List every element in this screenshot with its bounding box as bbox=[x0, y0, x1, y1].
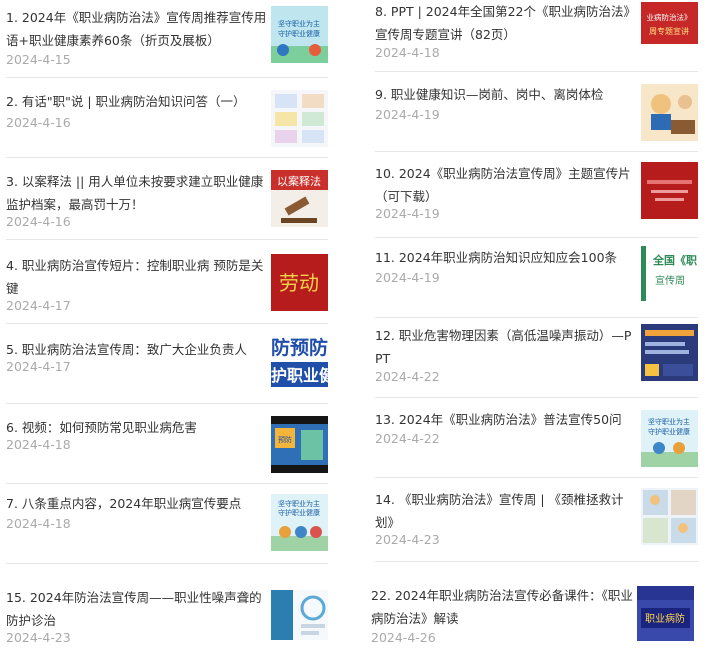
svg-text:全国《职: 全国《职 bbox=[652, 253, 697, 267]
article-date: 2024-4-18 bbox=[375, 45, 440, 60]
article-title[interactable]: 4. 职业病防治宣传短片：控制职业病 预防是关键 bbox=[6, 254, 268, 300]
article-thumbnail[interactable] bbox=[641, 324, 698, 381]
svg-text:坚守职业为主: 坚守职业为主 bbox=[278, 19, 320, 28]
article-title[interactable]: 22. 2024年职业病防治法宣传必备课件：《职业病防治法》解读 bbox=[371, 584, 635, 630]
article-title[interactable]: 7. 八条重点内容，2024年职业病宣传要点 bbox=[6, 492, 268, 515]
article-date: 2024-4-19 bbox=[375, 206, 440, 221]
svg-text:劳动: 劳动 bbox=[279, 271, 319, 295]
article-title[interactable]: 13. 2024年《职业病防治法》普法宣传50问 bbox=[375, 408, 637, 431]
article-thumbnail[interactable]: 职业病防 bbox=[637, 586, 694, 641]
article-date: 2024-4-16 bbox=[6, 115, 71, 130]
article-thumbnail[interactable]: 全国《职 宣传周 bbox=[641, 246, 698, 301]
article-date: 2024-4-22 bbox=[375, 369, 440, 384]
article-title[interactable]: 2. 有话"职"说 | 职业病防治知识问答（一） bbox=[6, 90, 268, 113]
svg-text:守护职业健康: 守护职业健康 bbox=[648, 427, 690, 436]
article-title[interactable]: 8. PPT | 2024年全国第22个《职业病防治法》宣传周专题宣讲（82页） bbox=[375, 0, 637, 46]
svg-text:坚守职业为主: 坚守职业为主 bbox=[278, 499, 320, 508]
list-item[interactable]: 10. 2024《职业病防治法宣传周》主题宣传片（可下载） 2024-4-19 bbox=[375, 152, 698, 238]
svg-text:宣传周: 宣传周 bbox=[655, 274, 685, 287]
list-item[interactable]: 15. 2024年防治法宣传周——职业性噪声聋的防护诊治 2024-4-23 bbox=[6, 580, 328, 659]
svg-text:护职业健: 护职业健 bbox=[271, 366, 328, 385]
svg-text:预防: 预防 bbox=[278, 435, 292, 444]
article-thumbnail[interactable] bbox=[271, 590, 328, 640]
list-item[interactable]: 6. 视频：如何预防常见职业病危害 2024-4-18 预防 bbox=[6, 404, 328, 484]
svg-text:防预防: 防预防 bbox=[271, 336, 328, 359]
list-item[interactable]: 11. 2024年职业病防治知识应知应会100条 2024-4-19 全国《职宣… bbox=[375, 238, 698, 318]
list-item[interactable]: 14. 《职业病防治法》宣传周 | 《颈椎拯救计划》 2024-4-23 bbox=[375, 478, 698, 562]
article-title[interactable]: 3. 以案释法 || 用人单位未按要求建立职业健康监护档案，最高罚十万！ bbox=[6, 170, 268, 216]
article-date: 2024-4-17 bbox=[6, 359, 71, 374]
article-date: 2024-4-19 bbox=[375, 270, 440, 285]
article-thumbnail[interactable]: 坚守职业为主 守护职业健康 bbox=[271, 6, 328, 63]
article-date: 2024-4-17 bbox=[6, 298, 71, 313]
article-thumbnail[interactable] bbox=[271, 90, 328, 147]
article-title[interactable]: 1. 2024年《职业病防治法》宣传周推荐宣传用语+职业健康素养60条（折页及展… bbox=[6, 6, 268, 52]
article-thumbnail[interactable] bbox=[641, 162, 698, 219]
list-item[interactable]: 8. PPT | 2024年全国第22个《职业病防治法》宣传周专题宣讲（82页）… bbox=[375, 0, 698, 72]
svg-text:业病防治法》: 业病防治法》 bbox=[647, 12, 692, 22]
article-thumbnail[interactable]: 业病防治法》 周专题宣讲 bbox=[641, 2, 698, 44]
article-title[interactable]: 15. 2024年防治法宣传周——职业性噪声聋的防护诊治 bbox=[6, 586, 268, 632]
article-thumbnail[interactable]: 预防 bbox=[271, 416, 328, 473]
list-item[interactable]: 4. 职业病防治宣传短片：控制职业病 预防是关键 2024-4-17 劳动 bbox=[6, 240, 328, 324]
article-title[interactable]: 9. 职业健康知识—岗前、岗中、离岗体检 bbox=[375, 83, 637, 106]
list-item[interactable]: 22. 2024年职业病防治法宣传必备课件：《职业病防治法》解读 2024-4-… bbox=[371, 578, 698, 659]
list-item[interactable]: 2. 有话"职"说 | 职业病防治知识问答（一） 2024-4-16 bbox=[6, 78, 328, 158]
svg-text:周专题宣讲: 周专题宣讲 bbox=[649, 26, 689, 36]
article-date: 2024-4-23 bbox=[375, 532, 440, 547]
article-thumbnail[interactable]: 以案释法 bbox=[271, 170, 328, 227]
list-item[interactable]: 3. 以案释法 || 用人单位未按要求建立职业健康监护档案，最高罚十万！ 202… bbox=[6, 158, 328, 240]
article-date: 2024-4-16 bbox=[6, 214, 71, 229]
list-item[interactable]: 5. 职业病防治法宣传周：致广大企业负责人 2024-4-17 防预防 护职业健 bbox=[6, 324, 328, 404]
article-date: 2024-4-15 bbox=[6, 52, 71, 67]
article-title[interactable]: 12. 职业危害物理因素（高低温噪声振动）—PPT bbox=[375, 324, 637, 370]
article-title[interactable]: 11. 2024年职业病防治知识应知应会100条 bbox=[375, 246, 637, 269]
svg-text:守护职业健康: 守护职业健康 bbox=[278, 508, 320, 517]
article-thumbnail[interactable] bbox=[641, 488, 698, 545]
svg-text:以案释法: 以案释法 bbox=[277, 174, 321, 188]
list-item[interactable]: 7. 八条重点内容，2024年职业病宣传要点 2024-4-18 坚守职业为主守… bbox=[6, 484, 328, 564]
article-thumbnail[interactable]: 坚守职业为主 守护职业健康 bbox=[271, 494, 328, 551]
article-title[interactable]: 14. 《职业病防治法》宣传周 | 《颈椎拯救计划》 bbox=[375, 488, 637, 534]
article-thumbnail[interactable]: 坚守职业为主 守护职业健康 bbox=[641, 410, 698, 467]
article-date: 2024-4-19 bbox=[375, 107, 440, 122]
list-item[interactable]: 9. 职业健康知识—岗前、岗中、离岗体检 2024-4-19 bbox=[375, 72, 698, 152]
article-title[interactable]: 10. 2024《职业病防治法宣传周》主题宣传片（可下载） bbox=[375, 162, 637, 208]
list-item[interactable]: 12. 职业危害物理因素（高低温噪声振动）—PPT 2024-4-22 bbox=[375, 318, 698, 398]
list-item[interactable]: 13. 2024年《职业病防治法》普法宣传50问 2024-4-22 坚守职业为… bbox=[375, 398, 698, 478]
article-thumbnail[interactable] bbox=[641, 84, 698, 141]
article-date: 2024-4-23 bbox=[6, 630, 71, 645]
list-item[interactable]: 1. 2024年《职业病防治法》宣传周推荐宣传用语+职业健康素养60条（折页及展… bbox=[6, 0, 328, 78]
svg-text:坚守职业为主: 坚守职业为主 bbox=[648, 417, 690, 426]
article-date: 2024-4-18 bbox=[6, 516, 71, 531]
article-thumbnail[interactable]: 防预防 护职业健 bbox=[271, 330, 328, 387]
svg-text:守护职业健康: 守护职业健康 bbox=[278, 29, 320, 38]
article-date: 2024-4-22 bbox=[375, 431, 440, 446]
article-thumbnail[interactable]: 劳动 bbox=[271, 254, 328, 311]
article-date: 2024-4-18 bbox=[6, 437, 71, 452]
article-date: 2024-4-26 bbox=[371, 630, 436, 645]
svg-text:职业病防: 职业病防 bbox=[645, 612, 685, 625]
